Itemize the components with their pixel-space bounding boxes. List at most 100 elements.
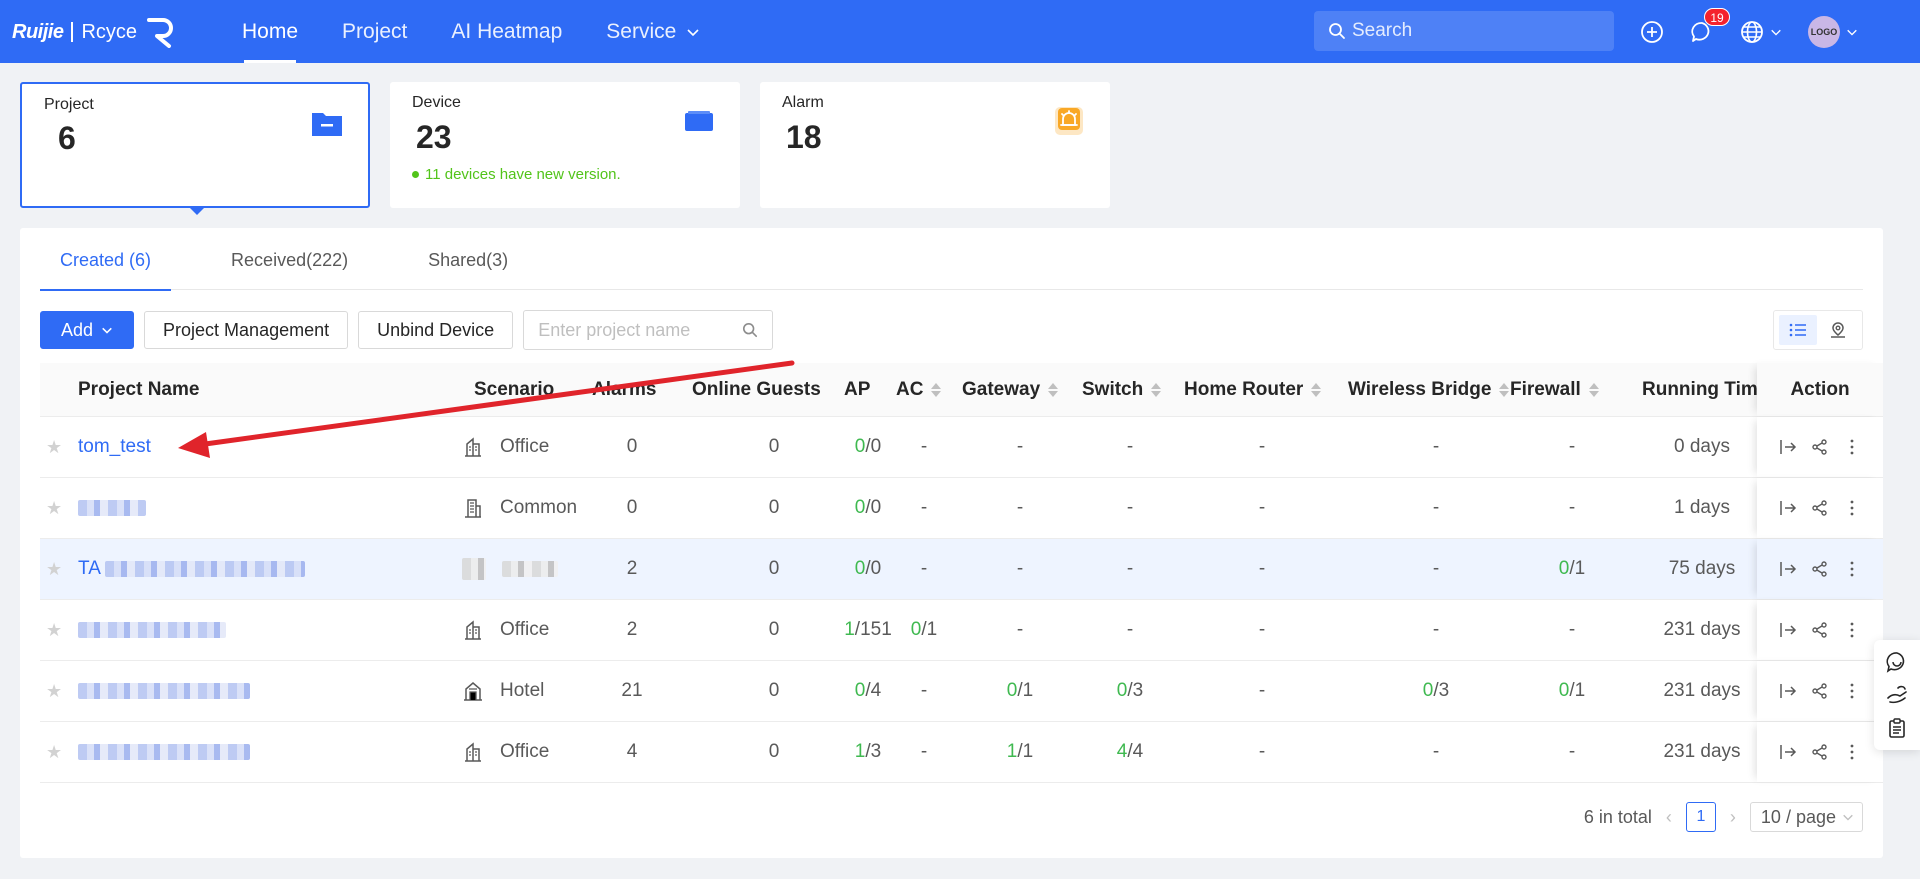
switch-value: -	[1126, 497, 1134, 518]
feedback-hand-icon[interactable]	[1886, 684, 1908, 706]
favorite-star-icon[interactable]: ★	[46, 478, 62, 538]
scenario-cell: Hotel	[462, 661, 544, 721]
nav-service[interactable]: Service	[584, 0, 722, 63]
gateway-total: /1	[1017, 680, 1034, 701]
table-row[interactable]: ★ tom_test Office 0 0 0/0 - - - - - - 0 …	[40, 417, 1883, 478]
enter-project-icon[interactable]	[1779, 621, 1797, 639]
share-icon[interactable]	[1811, 743, 1829, 761]
tab-received[interactable]: Received(222)	[211, 250, 368, 290]
user-menu[interactable]: LOGO	[1808, 15, 1858, 48]
project-search-input[interactable]	[538, 319, 739, 341]
scenario-label: Office	[500, 741, 550, 762]
enter-project-icon[interactable]	[1779, 499, 1797, 517]
col-home-router[interactable]: Home Router	[1184, 363, 1322, 416]
favorite-star-icon[interactable]: ★	[46, 417, 62, 477]
guests-value: 0	[768, 619, 780, 640]
guests-value: 0	[768, 680, 780, 701]
next-page-icon[interactable]: ›	[1730, 807, 1736, 828]
logo-brand: Ruijie	[12, 20, 64, 43]
nav-ai-heatmap[interactable]: AI Heatmap	[429, 0, 584, 63]
device-update-note[interactable]: 11 devices have new version.	[412, 166, 621, 183]
clipboard-icon[interactable]	[1886, 717, 1908, 739]
search-icon[interactable]	[742, 322, 758, 338]
enter-project-icon[interactable]	[1779, 560, 1797, 578]
list-view-button[interactable]	[1779, 315, 1817, 345]
map-view-button[interactable]	[1819, 315, 1857, 345]
tab-shared[interactable]: Shared(3)	[408, 250, 528, 290]
project-name-link[interactable]: TA	[78, 539, 305, 599]
gateway-value: -	[1016, 558, 1024, 579]
logo[interactable]: Ruijie Rcyce	[12, 14, 175, 50]
enter-project-icon[interactable]	[1779, 743, 1797, 761]
gateway-online: 0	[1006, 680, 1018, 701]
favorite-star-icon[interactable]: ★	[46, 539, 62, 599]
project-name-link[interactable]: tom_test	[78, 417, 151, 477]
table-row[interactable]: ★ Office 4 0 1/3 - 1/1 4/4 - - - 231 day…	[40, 722, 1883, 783]
prev-page-icon[interactable]: ‹	[1666, 807, 1672, 828]
enter-project-icon[interactable]	[1779, 682, 1797, 700]
share-icon[interactable]	[1811, 621, 1829, 639]
row-actions	[1757, 539, 1883, 599]
device-icon	[685, 111, 713, 131]
search-icon	[1329, 23, 1345, 39]
page-size-select[interactable]: 10 / page	[1749, 802, 1863, 832]
table-row[interactable]: ★ Office 2 0 1/151 0/1 - - - - - 231 day…	[40, 600, 1883, 661]
nav-home[interactable]: Home	[220, 0, 320, 63]
more-vertical-icon[interactable]	[1843, 560, 1861, 578]
home-router-value: -	[1258, 680, 1266, 701]
project-management-button[interactable]: Project Management	[144, 311, 349, 349]
support-chat-icon[interactable]	[1886, 651, 1908, 674]
project-name-link[interactable]	[78, 478, 146, 538]
language-switcher[interactable]	[1740, 20, 1782, 44]
favorite-star-icon[interactable]: ★	[46, 661, 62, 721]
project-name-link[interactable]	[78, 722, 250, 782]
table-row[interactable]: ★ TA 2 0 0/0 - - - - - 0/1 75 days	[40, 539, 1883, 600]
firewall-total: /1	[1569, 680, 1586, 701]
nav-ai-heatmap-label: AI Heatmap	[451, 19, 563, 43]
firewall-value: -	[1568, 741, 1576, 762]
guests-value: 0	[768, 436, 780, 457]
favorite-star-icon[interactable]: ★	[46, 600, 62, 660]
col-switch[interactable]: Switch	[1082, 363, 1162, 416]
col-firewall[interactable]: Firewall	[1510, 363, 1599, 416]
col-online-guests: Online Guests	[692, 378, 821, 400]
messages-button[interactable]: 19	[1690, 7, 1730, 44]
col-wireless-bridge[interactable]: Wireless Bridge	[1348, 363, 1510, 416]
guests-value: 0	[768, 741, 780, 762]
project-name-link[interactable]	[78, 661, 250, 721]
enter-project-icon[interactable]	[1779, 438, 1797, 456]
more-vertical-icon[interactable]	[1843, 682, 1861, 700]
switch-value: -	[1126, 619, 1134, 640]
table-row[interactable]: ★ Hotel 21 0 0/4 - 0/1 0/3 - 0/3 0/1 231…	[40, 661, 1883, 722]
col-ac[interactable]: AC	[896, 363, 942, 416]
page-number-button[interactable]: 1	[1685, 802, 1716, 832]
add-button[interactable]: Add	[40, 311, 135, 349]
firewall-value: 0/1	[1542, 661, 1602, 721]
share-icon[interactable]	[1811, 438, 1829, 456]
more-vertical-icon[interactable]	[1843, 743, 1861, 761]
project-name-link[interactable]	[78, 600, 226, 660]
stat-card-device[interactable]: Device 23 11 devices have new version.	[390, 82, 740, 208]
tab-created[interactable]: Created (6)	[40, 250, 172, 291]
more-vertical-icon[interactable]	[1843, 499, 1861, 517]
office-building-icon	[465, 742, 481, 762]
stat-card-project[interactable]: Project 6	[20, 82, 370, 208]
nav-project[interactable]: Project	[320, 0, 429, 63]
col-gateway[interactable]: Gateway	[962, 363, 1059, 416]
firewall-total: /1	[1569, 558, 1586, 579]
more-vertical-icon[interactable]	[1843, 438, 1861, 456]
stat-card-alarm[interactable]: Alarm 18	[760, 82, 1110, 208]
common-building-icon	[465, 499, 481, 518]
unbind-device-button[interactable]: Unbind Device	[358, 311, 514, 349]
favorite-star-icon[interactable]: ★	[46, 722, 62, 782]
add-circle-button[interactable]	[1640, 20, 1664, 44]
ap-value: 1/3	[840, 722, 896, 782]
global-search[interactable]: Search	[1314, 11, 1614, 51]
add-button-label: Add	[61, 319, 94, 340]
gateway-total: /1	[1017, 741, 1034, 762]
share-icon[interactable]	[1811, 499, 1829, 517]
share-icon[interactable]	[1811, 560, 1829, 578]
share-icon[interactable]	[1811, 682, 1829, 700]
more-vertical-icon[interactable]	[1843, 621, 1861, 639]
table-row[interactable]: ★ Common 0 0 0/0 - - - - - - 1 days	[40, 478, 1883, 539]
